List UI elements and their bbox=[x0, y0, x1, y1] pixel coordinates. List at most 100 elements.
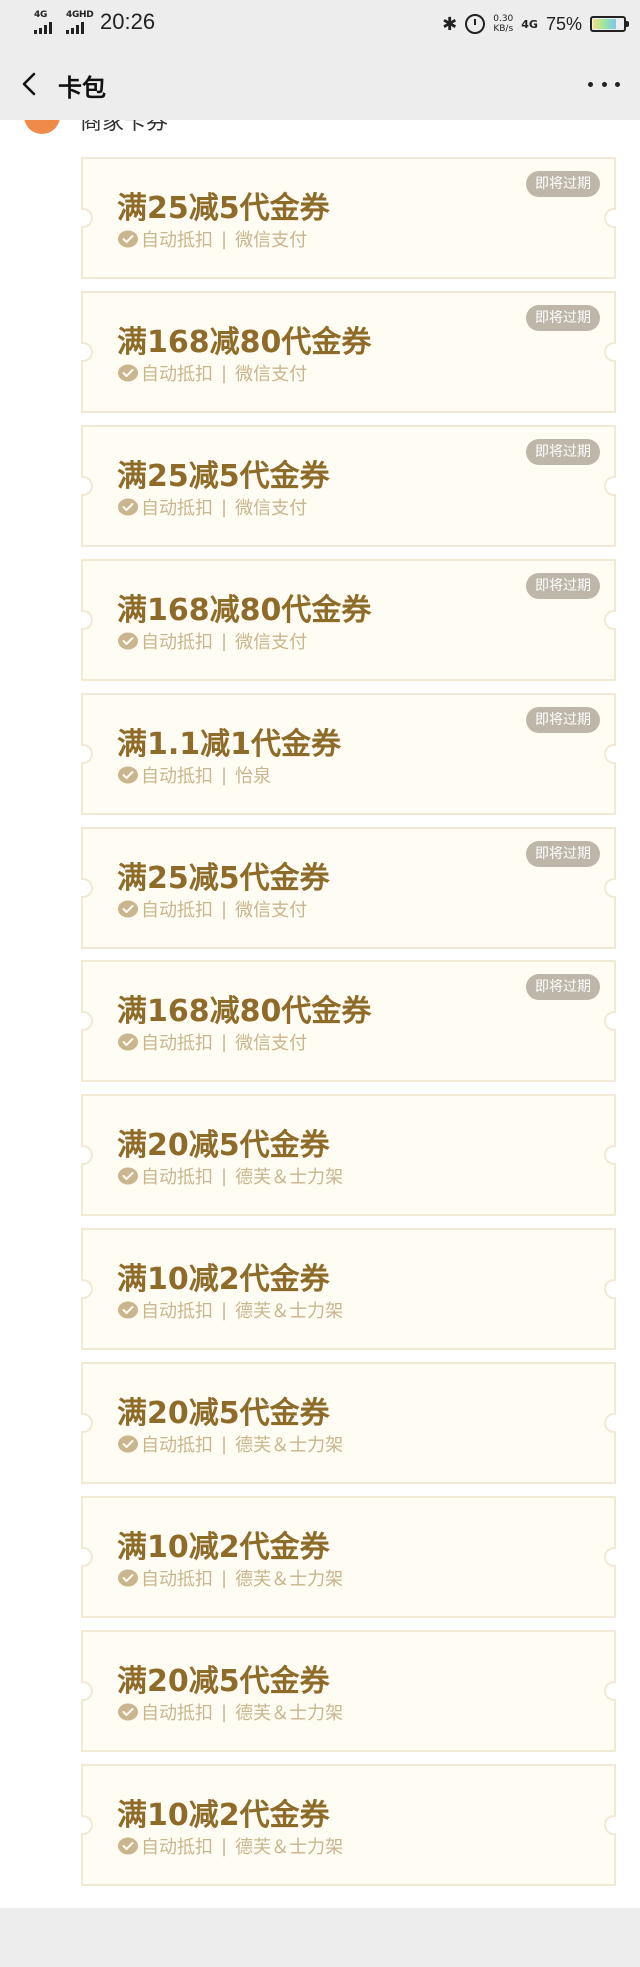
coupon-merchant: 德芙＆士力架 bbox=[235, 1837, 344, 1858]
coupon-subtitle: 自动抵扣 | 德芙＆士力架 bbox=[117, 1834, 343, 1858]
coupon-card[interactable]: 满168减80代金券 自动抵扣 | 微信支付 即将过期 bbox=[81, 291, 616, 413]
coupon-notch bbox=[604, 1815, 616, 1835]
back-button[interactable] bbox=[16, 70, 44, 98]
coupon-notch bbox=[604, 610, 616, 630]
coupon-merchant: 微信支付 bbox=[235, 364, 308, 385]
coupon-separator: | bbox=[221, 496, 228, 518]
coupon-title: 满168减80代金券 bbox=[117, 325, 372, 360]
coupon-notch bbox=[81, 1547, 93, 1567]
coupon-notch bbox=[81, 1413, 93, 1433]
more-button[interactable] bbox=[588, 70, 620, 98]
coupon-merchant: 德芙＆士力架 bbox=[235, 1167, 344, 1188]
network-type-label: 4G bbox=[34, 10, 48, 20]
expiring-badge: 即将过期 bbox=[526, 841, 600, 867]
coupon-notch bbox=[604, 1413, 616, 1433]
coupon-card[interactable]: 满10减2代金券 自动抵扣 | 德芙＆士力架 bbox=[81, 1764, 616, 1886]
wechat-pay-icon bbox=[118, 1569, 138, 1587]
coupon-merchant: 德芙＆士力架 bbox=[235, 1301, 344, 1322]
page-title: 卡包 bbox=[58, 74, 106, 102]
wechat-pay-icon bbox=[118, 1301, 138, 1319]
coupon-title: 满168减80代金券 bbox=[117, 994, 372, 1029]
wechat-pay-icon bbox=[118, 498, 138, 516]
coupon-tag: 自动抵扣 bbox=[141, 1435, 213, 1456]
coupon-merchant: 微信支付 bbox=[235, 900, 308, 921]
signal-icon: 4G bbox=[34, 10, 60, 34]
coupon-card[interactable]: 满168减80代金券 自动抵扣 | 微信支付 即将过期 bbox=[81, 960, 616, 1082]
coupon-tag: 自动抵扣 bbox=[141, 1167, 213, 1188]
coupon-notch bbox=[604, 1279, 616, 1299]
coupon-separator: | bbox=[221, 1835, 228, 1857]
coupon-tag: 自动抵扣 bbox=[141, 1301, 213, 1322]
bottom-bar bbox=[0, 1908, 640, 1967]
coupon-merchant: 怡泉 bbox=[235, 766, 272, 787]
coupon-separator: | bbox=[221, 764, 228, 786]
coupon-title: 满25减5代金券 bbox=[117, 191, 330, 226]
coupon-card[interactable]: 满10减2代金券 自动抵扣 | 德芙＆士力架 bbox=[81, 1228, 616, 1350]
coupon-subtitle: 自动抵扣 | 德芙＆士力架 bbox=[117, 1298, 343, 1322]
coupon-notch bbox=[604, 1145, 616, 1165]
coupon-card[interactable]: 满168减80代金券 自动抵扣 | 微信支付 即将过期 bbox=[81, 559, 616, 681]
coupon-separator: | bbox=[221, 228, 228, 250]
coupon-card[interactable]: 满25减5代金券 自动抵扣 | 微信支付 即将过期 bbox=[81, 827, 616, 949]
coupon-separator: | bbox=[221, 1433, 228, 1455]
coupon-tag: 自动抵扣 bbox=[141, 900, 213, 921]
wechat-pay-icon bbox=[118, 230, 138, 248]
alarm-icon bbox=[465, 14, 486, 34]
coupon-subtitle: 自动抵扣 | 微信支付 bbox=[117, 1030, 307, 1054]
coupon-separator: | bbox=[221, 1031, 228, 1053]
coupon-title: 满10减2代金券 bbox=[117, 1530, 330, 1565]
coupon-merchant: 德芙＆士力架 bbox=[235, 1569, 344, 1590]
coupon-title: 满10减2代金券 bbox=[117, 1798, 330, 1833]
coupon-title: 满25减5代金券 bbox=[117, 861, 330, 896]
coupon-subtitle: 自动抵扣 | 德芙＆士力架 bbox=[117, 1700, 343, 1724]
coupon-subtitle: 自动抵扣 | 微信支付 bbox=[117, 361, 307, 385]
coupon-card[interactable]: 满25减5代金券 自动抵扣 | 微信支付 即将过期 bbox=[81, 157, 616, 279]
coupon-subtitle: 自动抵扣 | 微信支付 bbox=[117, 629, 307, 653]
coupon-separator: | bbox=[221, 362, 228, 384]
coupon-card[interactable]: 满1.1减1代金券 自动抵扣 | 怡泉 即将过期 bbox=[81, 693, 616, 815]
wechat-pay-icon bbox=[118, 364, 138, 382]
battery-percent: 75% bbox=[545, 13, 582, 34]
coupon-card[interactable]: 满20减5代金券 自动抵扣 | 德芙＆士力架 bbox=[81, 1630, 616, 1752]
coupon-card[interactable]: 满10减2代金券 自动抵扣 | 德芙＆士力架 bbox=[81, 1496, 616, 1618]
chevron-left-icon bbox=[22, 72, 36, 96]
coupon-separator: | bbox=[221, 630, 228, 652]
coupon-notch bbox=[81, 342, 93, 362]
coupon-tag: 自动抵扣 bbox=[141, 498, 213, 519]
coupon-title: 满20减5代金券 bbox=[117, 1664, 330, 1699]
wechat-pay-icon bbox=[118, 1837, 138, 1855]
expiring-badge: 即将过期 bbox=[526, 171, 600, 197]
coupon-notch bbox=[81, 208, 93, 228]
coupon-separator: | bbox=[221, 1701, 228, 1723]
network-type-label: 4GHD bbox=[66, 10, 94, 20]
status-icons: ✱ 0.30 KB/s 4G 75% bbox=[442, 10, 629, 38]
coupon-subtitle: 自动抵扣 | 德芙＆士力架 bbox=[117, 1566, 343, 1590]
coupon-subtitle: 自动抵扣 | 怡泉 bbox=[117, 763, 271, 787]
coupon-tag: 自动抵扣 bbox=[141, 1837, 213, 1858]
coupon-notch bbox=[604, 476, 616, 496]
wechat-pay-icon bbox=[118, 766, 138, 784]
coupon-notch bbox=[81, 1279, 93, 1299]
coupon-merchant: 微信支付 bbox=[235, 1033, 308, 1054]
section-title: 商家卡券 bbox=[80, 120, 169, 135]
coupon-title: 满168减80代金券 bbox=[117, 593, 372, 628]
coupon-card[interactable]: 满20减5代金券 自动抵扣 | 德芙＆士力架 bbox=[81, 1094, 616, 1216]
wechat-pay-icon bbox=[118, 1435, 138, 1453]
coupon-notch bbox=[81, 1145, 93, 1165]
network-type-label: 4G bbox=[521, 17, 538, 31]
coupon-tag: 自动抵扣 bbox=[141, 1703, 213, 1724]
coupon-card[interactable]: 满25减5代金券 自动抵扣 | 微信支付 即将过期 bbox=[81, 425, 616, 547]
coupon-notch bbox=[604, 878, 616, 898]
network-speed-value: 0.30 bbox=[493, 14, 514, 24]
coupon-subtitle: 自动抵扣 | 微信支付 bbox=[117, 897, 307, 921]
coupon-notch bbox=[81, 610, 93, 630]
coupon-card[interactable]: 满20减5代金券 自动抵扣 | 德芙＆士力架 bbox=[81, 1362, 616, 1484]
coupon-tag: 自动抵扣 bbox=[141, 632, 213, 653]
more-dots-icon bbox=[588, 81, 593, 87]
coupon-subtitle: 自动抵扣 | 微信支付 bbox=[117, 227, 307, 251]
coupon-separator: | bbox=[221, 898, 228, 920]
coupon-merchant: 德芙＆士力架 bbox=[235, 1435, 344, 1456]
clock: 20:26 bbox=[100, 9, 156, 34]
wechat-pay-icon bbox=[118, 632, 138, 650]
expiring-badge: 即将过期 bbox=[526, 439, 600, 465]
